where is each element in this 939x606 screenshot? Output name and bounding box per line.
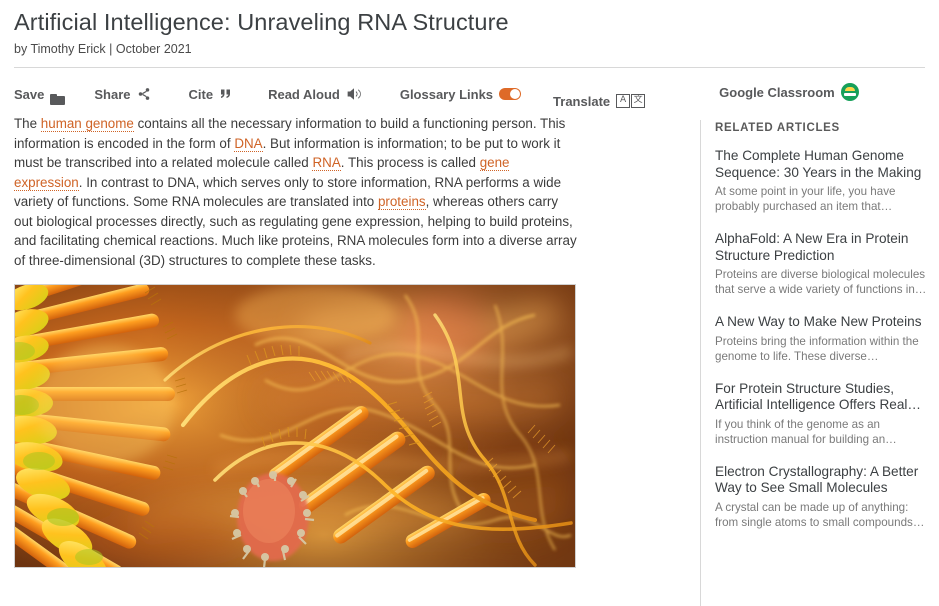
google-classroom-icon bbox=[840, 83, 859, 102]
related-article-item[interactable]: For Protein Structure Studies, Artificia… bbox=[715, 381, 927, 447]
related-article-title: For Protein Structure Studies, Artificia… bbox=[715, 380, 922, 413]
google-classroom-button[interactable]: Google Classroom bbox=[719, 83, 859, 102]
save-button[interactable]: Save bbox=[14, 87, 50, 102]
article-figure bbox=[14, 284, 576, 569]
glossary-link-dna[interactable]: DNA bbox=[234, 135, 263, 152]
article-paragraph: The human genome contains all the necess… bbox=[14, 114, 579, 270]
related-article-snippet: Proteins are diverse biological molecule… bbox=[715, 268, 927, 297]
related-article-item[interactable]: A New Way to Make New Proteins Proteins … bbox=[715, 314, 927, 364]
related-articles-sidebar: RELATED ARTICLES The Complete Human Geno… bbox=[701, 114, 939, 606]
cite-label: Cite bbox=[188, 86, 214, 102]
related-article-title: The Complete Human Genome Sequence: 30 Y… bbox=[715, 148, 922, 180]
related-article-snippet: If you think of the genome as an instruc… bbox=[715, 417, 897, 446]
glossary-link-rna[interactable]: RNA bbox=[312, 155, 341, 172]
translate-icon: A 文 bbox=[616, 94, 646, 109]
translate-glyph-latin: A bbox=[616, 94, 631, 109]
translate-glyph-cjk: 文 bbox=[631, 94, 646, 109]
article-main-column: The human genome contains all the necess… bbox=[0, 114, 700, 606]
speaker-icon bbox=[346, 87, 362, 101]
related-article-snippet: At some point in your life, you have pro… bbox=[715, 185, 896, 214]
translate-button[interactable]: Translate A 文 bbox=[553, 93, 646, 109]
article-byline: by Timothy Erick | October 2021 bbox=[14, 42, 192, 57]
share-nodes-icon bbox=[137, 87, 151, 101]
glossary-links-label: Glossary Links bbox=[399, 86, 494, 102]
related-article-item[interactable]: The Complete Human Genome Sequence: 30 Y… bbox=[715, 148, 927, 214]
related-article-title: AlphaFold: A New Era in Protein Structur… bbox=[715, 231, 909, 263]
quote-icon bbox=[219, 88, 232, 100]
article-header: Artificial Intelligence: Unraveling RNA … bbox=[0, 0, 939, 56]
page-title: Artificial Intelligence: Unraveling RNA … bbox=[14, 9, 509, 35]
share-label: Share bbox=[94, 86, 131, 102]
related-article-title: A New Way to Make New Proteins bbox=[715, 314, 922, 330]
related-article-snippet: Proteins bring the information within th… bbox=[715, 334, 919, 363]
sidebar-heading: RELATED ARTICLES bbox=[715, 122, 840, 135]
read-aloud-button[interactable]: Read Aloud bbox=[268, 87, 362, 102]
save-label: Save bbox=[14, 86, 45, 102]
related-article-item[interactable]: AlphaFold: A New Era in Protein Structur… bbox=[715, 231, 927, 297]
share-button[interactable]: Share bbox=[94, 87, 150, 102]
article-page: Artificial Intelligence: Unraveling RNA … bbox=[0, 0, 939, 606]
page-content: The human genome contains all the necess… bbox=[0, 108, 939, 606]
related-article-snippet: A crystal can be made up of anything: fr… bbox=[715, 500, 925, 529]
related-article-title: Electron Crystallography: A Better Way t… bbox=[715, 463, 919, 496]
text-run: . This process is called bbox=[340, 155, 480, 171]
rna-illustration bbox=[15, 285, 575, 568]
related-article-item[interactable]: Electron Crystallography: A Better Way t… bbox=[715, 464, 927, 530]
translate-label: Translate bbox=[553, 93, 611, 109]
text-run: The bbox=[14, 116, 41, 132]
glossary-link-human-genome[interactable]: human genome bbox=[40, 116, 134, 133]
cite-button[interactable]: Cite bbox=[189, 87, 233, 102]
google-classroom-label: Google Classroom bbox=[719, 84, 835, 100]
glossary-link-proteins[interactable]: proteins bbox=[377, 194, 426, 211]
read-aloud-label: Read Aloud bbox=[268, 86, 340, 102]
toggle-on-icon[interactable] bbox=[499, 88, 522, 101]
article-toolbar: Save Share Cite Read Aloud Glossary Link… bbox=[0, 68, 939, 109]
glossary-links-toggle[interactable]: Glossary Links bbox=[399, 86, 522, 102]
